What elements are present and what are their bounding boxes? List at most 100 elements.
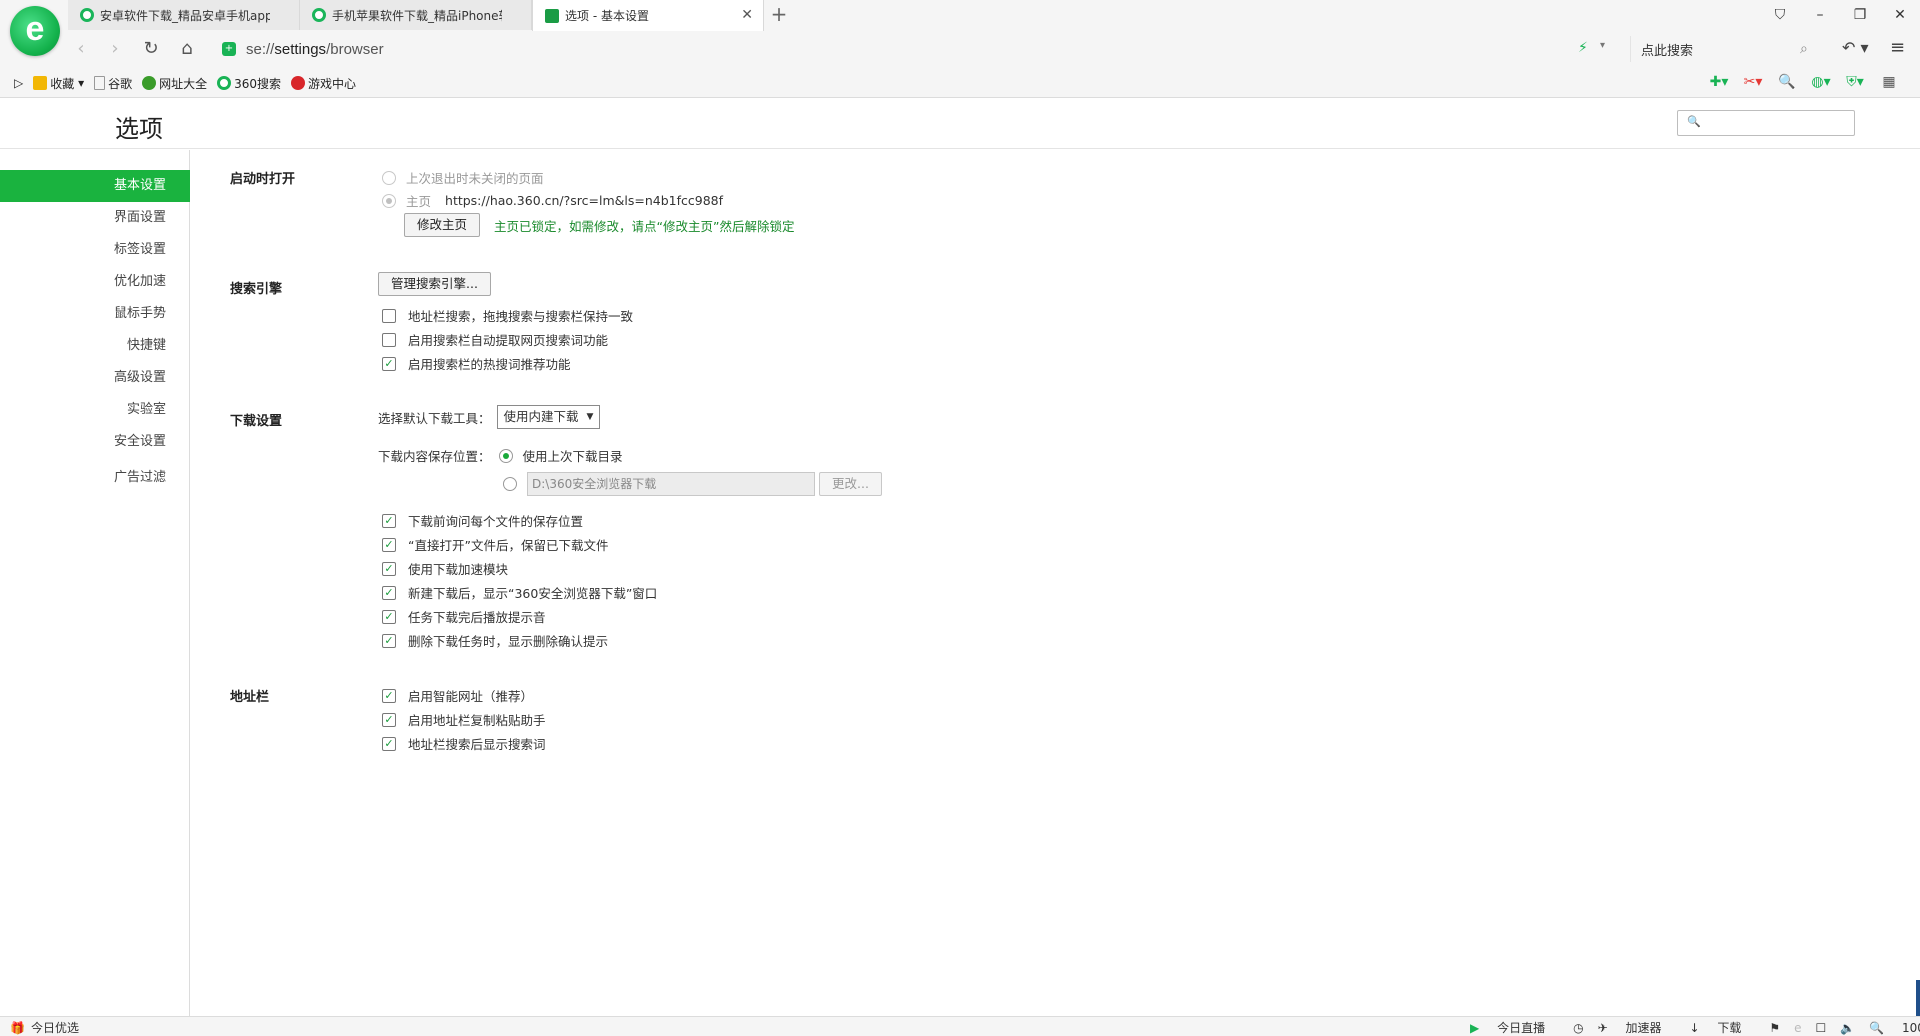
home-icon[interactable]: ⌂ [174,36,200,62]
tab-iphone-software[interactable]: 手机苹果软件下载_精品iPhone软 [300,0,532,30]
download-option-keep[interactable]: ✓ “直接打开”文件后，保留已下载文件 [382,535,608,554]
undo-close-tab-icon[interactable]: ↶ ▾ [1842,38,1869,57]
use-last-dir-option[interactable]: 使用上次下载目录 [523,446,623,465]
apps-grid-icon[interactable]: ▦ [1872,74,1906,90]
scissors-icon[interactable]: ✂▾ [1736,74,1770,90]
startup-restore-option[interactable]: 上次退出时未关闭的页面 [382,168,544,187]
menu-icon[interactable]: ≡ [1890,37,1905,58]
checkbox[interactable] [382,332,396,347]
gamepad-icon[interactable]: ◍▾ [1804,74,1838,90]
home-locked-note: 主页已锁定，如需修改，请点“修改主页”然后解除锁定 [494,218,795,234]
radio-button[interactable] [503,477,517,491]
bookmark-game-center[interactable]: 游戏中心 [291,75,356,92]
tab-options[interactable]: 选项 - 基本设置 ✕ [532,0,764,31]
speaker-icon[interactable]: 🔈 [1840,1021,1855,1035]
sidebar-item-interface[interactable]: 界面设置 [0,202,190,234]
sidebar-item-mouse-gestures[interactable]: 鼠标手势 [0,298,190,330]
address-bar[interactable]: + se://settings/browser [222,36,1602,62]
history-icon[interactable]: ◷ [1573,1021,1583,1035]
refresh-icon[interactable]: ↻ [138,36,164,62]
search-input[interactable]: 点此搜索 [1641,40,1800,59]
tab-android-software[interactable]: 安卓软件下载_精品安卓手机app [68,0,300,30]
checkbox-checked[interactable]: ✓ [382,585,396,600]
bookmark-hao360[interactable]: 网址大全 [142,75,207,92]
addressbar-option-show-term[interactable]: ✓ 地址栏搜索后显示搜索词 [382,734,546,753]
bookmark-google[interactable]: 谷歌 [94,75,132,92]
modify-home-button[interactable]: 修改主页 [404,213,481,237]
accelerator-button[interactable]: ✈ 加速器 [1598,1019,1676,1036]
change-path-button[interactable]: 更改... [819,472,882,496]
download-tool-select[interactable]: 使用内建下载 ▼ [496,405,601,429]
search-icon[interactable]: ⌕ [1800,41,1820,57]
radio-button[interactable] [498,448,513,463]
sidebar-item-tabs[interactable]: 标签设置 [0,234,190,266]
checkbox-checked[interactable]: ✓ [382,712,396,727]
translate-extension-icon[interactable]: ✚▾ [1702,74,1736,90]
sidebar-item-lab[interactable]: 实验室 [0,394,190,426]
checkbox-checked[interactable]: ✓ [382,513,396,528]
bookmark-360search[interactable]: 360搜索 [217,75,281,92]
sidebar-item-optimize[interactable]: 优化加速 [0,266,190,298]
checkbox-checked[interactable]: ✓ [382,356,396,371]
sidebar-toggle-icon[interactable]: ▷ [14,76,23,90]
download-option-confirm-delete[interactable]: ✓ 删除下载任务时，显示删除确认提示 [382,631,608,650]
forward-icon[interactable]: › [102,36,128,62]
download-option-sound[interactable]: ✓ 任务下载完后播放提示音 [382,607,546,626]
download-icon: ↓ [1689,1021,1700,1035]
secure-shield-icon: + [222,42,236,56]
checkbox-checked[interactable]: ✓ [382,537,396,552]
search-box[interactable]: 点此搜索 ⌕ [1630,36,1820,62]
address-url[interactable]: se://settings/browser [246,41,384,58]
startup-home-option[interactable]: 主页 https://hao.360.cn/?src=lm&ls=n4b1fcc… [382,191,723,210]
settings-content: 启动时打开 上次退出时未关闭的页面 主页 https://hao.360.cn/… [190,150,1920,1016]
download-option-ask[interactable]: ✓ 下载前询问每个文件的保存位置 [382,511,583,530]
download-option-show-window[interactable]: ✓ 新建下载后，显示“360安全浏览器下载”窗口 [382,583,657,602]
window-icon[interactable]: ☐ [1816,1021,1827,1035]
manage-search-engines-button[interactable]: 管理搜索引擎... [378,272,491,296]
download-path-input[interactable]: D:\360安全浏览器下载 [527,472,815,496]
checkbox-checked[interactable]: ✓ [382,633,396,648]
addressbar-option-paste[interactable]: ✓ 启用地址栏复制粘贴助手 [382,710,546,729]
flag-icon[interactable]: ⚑ [1769,1021,1780,1035]
bookmark-favorites[interactable]: 收藏 ▾ [33,75,84,92]
search-option-sync[interactable]: 地址栏搜索，拖拽搜索与搜索栏保持一致 [382,306,633,325]
checkbox-checked[interactable]: ✓ [382,736,396,751]
live-button[interactable]: ▶ 今日直播 [1470,1019,1559,1036]
dropdown-arrow-icon: ▼ [586,412,594,422]
radio-button[interactable] [382,170,396,185]
tab-close-icon[interactable]: ✕ [741,7,753,23]
sidebar-item-adblock[interactable]: 广告过滤 [0,462,190,494]
daily-picks[interactable]: 🎁 今日优选 [10,1019,79,1036]
shield-extension-icon[interactable]: ⛨▾ [1838,74,1872,90]
ie-icon[interactable]: e [1794,1021,1801,1035]
download-tool-row: 选择默认下载工具： 使用内建下载 ▼ [378,405,601,429]
checkbox[interactable] [382,308,396,323]
tab-strip: 安卓软件下载_精品安卓手机app 手机苹果软件下载_精品iPhone软 选项 -… [68,0,794,31]
restore-icon[interactable]: ❐ [1840,0,1880,30]
scroll-indicator[interactable] [1916,980,1920,1016]
zoom-control[interactable]: 🔍 100% [1869,1021,1920,1035]
shirt-icon[interactable]: ⛉ [1760,0,1800,30]
close-icon[interactable]: ✕ [1880,0,1920,30]
sidebar-item-shortcuts[interactable]: 快捷键 [0,330,190,362]
sidebar-item-advanced[interactable]: 高级设置 [0,362,190,394]
lightning-icon[interactable]: ⚡ [1578,40,1588,56]
download-option-accelerate[interactable]: ✓ 使用下载加速模块 [382,559,508,578]
checkbox-checked[interactable]: ✓ [382,561,396,576]
checkbox-checked[interactable]: ✓ [382,609,396,624]
checkbox-checked[interactable]: ✓ [382,688,396,703]
magnifier-extension-icon[interactable]: 🔍 [1770,74,1804,90]
search-option-hot-words[interactable]: ✓ 启用搜索栏的热搜词推荐功能 [382,354,571,373]
chevron-down-icon[interactable]: ▾ [1600,40,1605,51]
radio-button[interactable] [382,193,396,208]
minimize-icon[interactable]: – [1800,0,1840,30]
download-button[interactable]: ↓ 下载 [1689,1019,1755,1036]
new-tab-button[interactable]: + [764,0,794,30]
back-icon[interactable]: ‹ [68,36,94,62]
search-option-extract[interactable]: 启用搜索栏自动提取网页搜索词功能 [382,330,608,349]
sidebar-item-basic[interactable]: 基本设置 [0,170,190,202]
sidebar-item-security[interactable]: 安全设置 [0,426,190,458]
settings-search-input[interactable]: 🔍 [1677,110,1855,136]
search-icon: 🔍 [1687,115,1701,128]
addressbar-option-smart[interactable]: ✓ 启用智能网址（推荐） [382,686,533,705]
